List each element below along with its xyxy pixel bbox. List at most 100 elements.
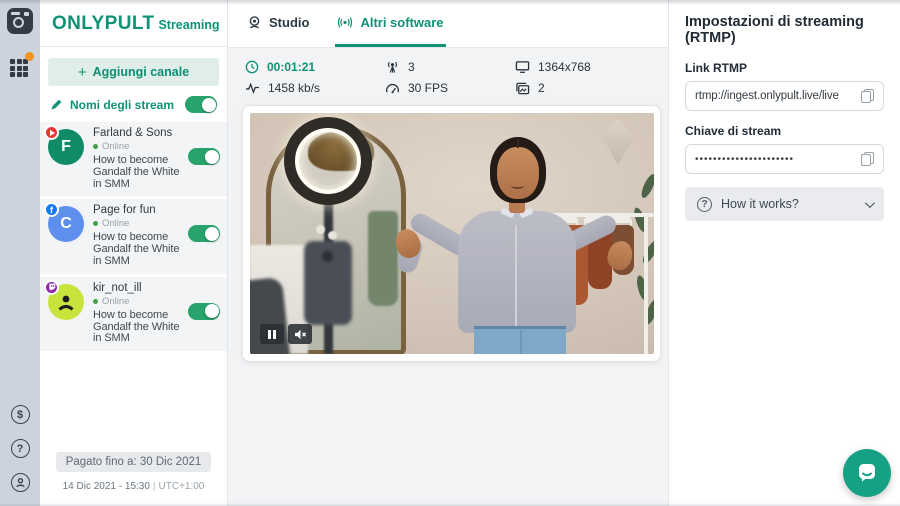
- plus-icon: +: [78, 64, 87, 81]
- icon-rail: $ ?: [0, 0, 40, 506]
- twitch-badge-icon: [44, 280, 59, 295]
- channel-info: Farland & Sons Online How to become Gand…: [93, 127, 186, 190]
- stream-names-label: Nomi degli stream: [70, 98, 185, 112]
- pause-button[interactable]: [260, 324, 284, 344]
- wall-ornament: [602, 119, 634, 165]
- notification-dot: [25, 52, 34, 61]
- chevron-down-icon: [865, 198, 875, 208]
- green-garment: [368, 211, 398, 306]
- brand-name: ONLYPULT: [52, 13, 154, 34]
- stat-duration: 00:01:21: [245, 60, 385, 74]
- brand-suffix: Streaming: [158, 18, 219, 32]
- link-rtmp-label: Link RTMP: [685, 61, 884, 75]
- stream-key-field[interactable]: ••••••••••••••••••••••: [685, 144, 884, 174]
- copy-link-icon[interactable]: [861, 89, 874, 103]
- how-it-works-accordion[interactable]: ? How it works?: [685, 187, 884, 221]
- current-datetime: 14 Dic 2021 - 15:30: [63, 481, 150, 492]
- online-status: Online: [102, 296, 129, 307]
- copy-key-icon[interactable]: [861, 152, 874, 166]
- stat-fps: 30 FPS: [385, 81, 515, 95]
- avatar: C f: [48, 206, 84, 242]
- camera-flash: [24, 12, 29, 16]
- paid-until-badge: Pagato fino a: 30 Dic 2021: [56, 452, 212, 472]
- channel-toggle[interactable]: [188, 225, 220, 242]
- how-it-works-label: How it works?: [721, 197, 865, 211]
- player-controls: [260, 324, 312, 344]
- rtmp-settings-panel: Impostazioni di streaming (RTMP) Link RT…: [668, 0, 900, 506]
- stream-key-label: Chiave di stream: [685, 124, 884, 138]
- video-preview: [250, 113, 654, 354]
- billing-icon[interactable]: $: [11, 405, 30, 424]
- webcam-icon: [247, 15, 262, 30]
- avatar: F: [48, 129, 84, 165]
- antenna-icon: [385, 60, 400, 74]
- scenes-icon: [515, 82, 530, 95]
- mode-tabbar: Studio Altri software: [228, 0, 668, 48]
- video-player-card: [242, 105, 661, 362]
- add-channel-button[interactable]: + Aggiungi canale: [48, 58, 219, 86]
- stream-key-value: ••••••••••••••••••••••: [695, 154, 855, 165]
- link-rtmp-field[interactable]: rtmp://ingest.onlypult.live/live: [685, 81, 884, 111]
- channel-row-farland[interactable]: F Farland & Sons Online How to become Ga…: [40, 122, 227, 196]
- online-dot: [93, 144, 98, 149]
- shirt-buttons: [515, 225, 517, 331]
- channel-name: kir_not_ill: [93, 282, 186, 295]
- mounted-phone: [304, 241, 352, 325]
- brand-logo: ONLYPULT Streaming: [40, 0, 227, 47]
- channel-toggle[interactable]: [188, 303, 220, 320]
- stat-channels: 3: [385, 60, 515, 74]
- help-icon[interactable]: ?: [11, 439, 30, 458]
- online-status: Online: [102, 218, 129, 229]
- datetime-bar: 14 Dic 2021 - 15:30|UTC+1:00: [40, 481, 227, 506]
- panel-title: Impostazioni di streaming (RTMP): [685, 14, 884, 46]
- link-rtmp-value: rtmp://ingest.onlypult.live/live: [695, 90, 855, 102]
- stream-title: How to become Gandalf the White in SMM: [93, 232, 186, 267]
- camera-top-bar: [11, 12, 20, 15]
- pencil-icon: [50, 98, 63, 111]
- clock-icon: [245, 60, 259, 74]
- channel-toggle[interactable]: [188, 148, 220, 165]
- presenter-face: [497, 147, 539, 199]
- broadcast-icon: [337, 16, 353, 29]
- mute-button[interactable]: [288, 324, 312, 344]
- ring-light: [284, 117, 372, 205]
- channel-list: F Farland & Sons Online How to become Ga…: [40, 122, 227, 354]
- chat-widget-button[interactable]: [843, 449, 891, 497]
- channel-name: Page for fun: [93, 204, 186, 217]
- tab-altri-software[interactable]: Altri software: [335, 0, 445, 47]
- youtube-badge-icon: [44, 125, 59, 140]
- grid-cells: [10, 59, 30, 77]
- tripod-knob: [316, 225, 325, 234]
- account-icon[interactable]: [11, 473, 30, 492]
- tab-studio[interactable]: Studio: [245, 0, 311, 47]
- monitor-icon: [515, 60, 530, 74]
- timezone: UTC+1:00: [159, 481, 205, 492]
- channels-panel: ONLYPULT Streaming + Aggiungi canale Nomi…: [40, 0, 228, 506]
- speedometer-icon: [385, 82, 400, 95]
- tab-studio-label: Studio: [269, 15, 309, 30]
- channel-row-kirnotill[interactable]: kir_not_ill Online How to become Gandalf…: [40, 277, 227, 351]
- main-column: Studio Altri software 00:01:21: [228, 0, 668, 506]
- app-window: $ ? ONLYPULT Streaming + Aggiungi canale …: [0, 0, 900, 506]
- online-status: Online: [102, 141, 129, 152]
- stream-names-toggle[interactable]: [185, 96, 217, 113]
- online-dot: [93, 221, 98, 226]
- stat-bitrate: 1458 kb/s: [245, 81, 385, 95]
- stream-title: How to become Gandalf the White in SMM: [93, 310, 186, 345]
- online-dot: [93, 299, 98, 304]
- channel-info: Page for fun Online How to become Gandal…: [93, 204, 186, 267]
- camera-lens: [13, 17, 24, 28]
- channel-row-pagefun[interactable]: C f Page for fun Online How to become Ga…: [40, 199, 227, 273]
- stream-names-row: Nomi degli stream: [40, 86, 227, 122]
- channel-name: Farland & Sons: [93, 127, 186, 140]
- presenter-smile: [511, 183, 524, 189]
- presenter-jeans: [474, 326, 566, 354]
- stat-resolution: 1364x768: [515, 60, 654, 74]
- waveform-icon: [245, 82, 260, 94]
- hair-part: [517, 139, 519, 148]
- camera-app-icon[interactable]: [7, 8, 33, 34]
- channel-info: kir_not_ill Online How to become Gandalf…: [93, 282, 186, 345]
- apps-grid-icon[interactable]: [10, 56, 30, 76]
- tripod-knob: [328, 231, 337, 240]
- stream-title: How to become Gandalf the White in SMM: [93, 155, 186, 190]
